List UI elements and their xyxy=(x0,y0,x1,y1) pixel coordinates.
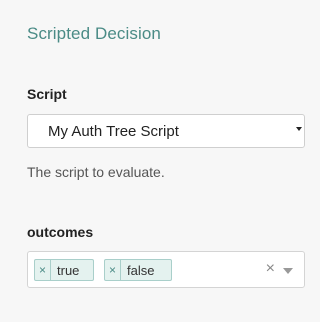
panel-title: Scripted Decision xyxy=(27,24,161,43)
script-help-text: The script to evaluate. xyxy=(27,164,165,180)
outcome-tag-true: × true xyxy=(34,259,94,281)
outcome-tag-label: false xyxy=(127,262,155,278)
chevron-down-icon[interactable] xyxy=(283,268,293,274)
node-properties-panel: Scripted Decision Script My Auth Tree Sc… xyxy=(0,0,317,322)
outcomes-label: outcomes xyxy=(27,224,94,240)
outcomes-tag-input[interactable]: × true × false × xyxy=(27,251,305,288)
close-icon[interactable]: × xyxy=(35,260,51,280)
close-icon[interactable]: × xyxy=(105,260,121,280)
clear-icon[interactable]: × xyxy=(266,261,275,277)
outcome-tag-label: true xyxy=(57,262,80,278)
script-select-value: My Auth Tree Script xyxy=(48,123,179,140)
script-label: Script xyxy=(27,86,67,102)
caret-down-icon xyxy=(296,127,302,131)
outcome-tag-false: × false xyxy=(104,259,172,281)
script-select[interactable]: My Auth Tree Script xyxy=(27,114,305,148)
